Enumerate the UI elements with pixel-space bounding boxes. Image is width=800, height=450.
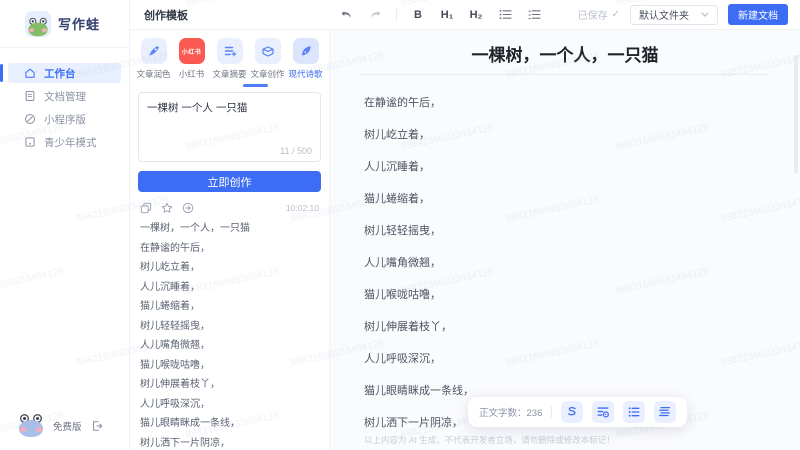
history-list-icon[interactable] [592,401,615,423]
poem-line: 人儿呼吸深沉， [140,398,210,410]
result-timestamp: 10:02:10 [285,203,319,213]
poem-line: 树儿屹立着， [364,129,430,141]
check-icon: ✓ [611,9,620,20]
tab-article-summary[interactable]: 文章摘要 [211,38,248,80]
heading1-button[interactable]: H₁ [439,7,455,23]
box-icon [254,38,281,64]
sidebar-footer: 免费版 [0,414,129,438]
template-panel: 文章润色 小红书 小红书 文章摘要 文章创作 现代诗歌 一棵树 一个人 一只猫 … [130,30,330,450]
ai-disclaimer: 以上内容为 AI 生成，不代表开发者立场，请勿删除或修改本标记！ [364,435,615,445]
create-now-button[interactable]: 立即创作 [138,171,321,192]
redo-icon[interactable] [367,7,383,23]
vertical-scrollbar[interactable] [794,55,798,173]
sidebar-item-workbench[interactable]: 工作台 [0,63,121,83]
bullet-list-icon[interactable] [497,7,513,23]
xiaohongshu-icon: 小红书 [178,38,205,64]
document-icon [25,91,35,101]
heading2-button[interactable]: H₂ [468,7,484,23]
top-toolbar: 创作模板 B H₁ H₂ 已保存 ✓ 默认文件夹 新建文档 [130,0,800,30]
word-count: 正文字数：236 [479,408,543,419]
home-icon [25,68,35,78]
sidebar-item-miniprogram[interactable]: 小程序版 [8,109,121,129]
poem-line: 猫儿眼睛眯成一条线， [140,418,240,429]
chevron-down-icon [701,12,709,17]
poem-line: 猫儿喉咙咕噜， [364,289,441,301]
prompt-input[interactable]: 一棵树 一个人 一只猫 [139,93,320,143]
char-counter: 11 / 500 [280,146,312,156]
rewrite-icon[interactable] [561,401,584,423]
document-body[interactable]: 在静谧的午后， 树儿屹立着， 人儿沉睡着， 猫儿蜷缩着， 树儿轻轻摇曳， 人儿嘴角微翘， 猫… [330,75,800,429]
poem-line: 人儿呼吸深沉， [364,353,441,365]
poem-line: 树儿洒下一片阴凉， [140,437,230,449]
sidebar-menu: 工作台 文档管理 小程序版 青少年模式 [0,48,129,152]
copy-icon[interactable] [140,202,152,214]
sidebar-item-label: 工作台 [44,67,76,80]
poem-line: 树儿伸展着枝丫， [140,379,220,390]
poem-line: 树儿屹立着， [140,262,200,273]
pen-icon [140,38,167,64]
format-toolbar: B H₁ H₂ [338,7,542,23]
app-window: 8882169693348412888821696933484128888216… [0,0,800,450]
template-tabs: 文章润色 小红书 小红书 文章摘要 文章创作 现代诗歌 [130,30,329,80]
summary-icon [216,38,243,64]
poem-line: 猫儿喉咙咕噜， [140,359,210,371]
sidebar-item-label: 文档管理 [44,90,86,103]
poem-line: 一棵树，一个人，一只猫 [140,223,250,234]
quill-icon [292,38,319,64]
tab-article-polish[interactable]: 文章润色 [135,38,172,80]
topbar-right: 已保存 ✓ 默认文件夹 新建文档 [578,4,800,25]
star-icon[interactable] [161,202,173,214]
sidebar-item-label: 小程序版 [44,113,86,126]
logout-icon[interactable] [91,420,103,432]
poem-line: 人儿嘴角微翘， [140,340,210,351]
editor-pane: 一棵树，一个人，一只猫 在静谧的午后， 树儿屹立着， 人儿沉睡着， 猫儿蜷缩着， 树儿轻… [330,30,800,450]
sidebar: 写作蛙 工作台 文档管理 小程序版 青少年模式 免费版 [0,0,130,450]
toolbar-divider [551,406,553,418]
app-logo: 写作蛙 [0,0,129,48]
generation-result: 10:02:10 一棵树，一个人，一只猫 在静谧的午后， 树儿屹立着， 人儿沉睡着， 猫… [130,192,329,449]
tab-modern-poetry[interactable]: 现代诗歌 [287,38,324,80]
poem-line: 人儿嘴角微翘， [364,257,441,269]
poem-line: 在静谧的午后， [140,242,210,254]
folder-dropdown[interactable]: 默认文件夹 [630,4,718,25]
poem-line: 人儿沉睡着， [140,281,200,293]
page-title: 创作模板 [144,9,188,22]
bold-button[interactable]: B [410,7,426,23]
frog-avatar [18,414,44,438]
sidebar-item-teen-mode[interactable]: 青少年模式 [8,132,121,152]
sidebar-item-documents[interactable]: 文档管理 [8,86,121,106]
result-actions: 10:02:10 [140,202,319,214]
new-document-button[interactable]: 新建文档 [728,4,788,25]
poem-line: 猫儿蜷缩着， [140,301,200,312]
tab-xiaohongshu[interactable]: 小红书 小红书 [173,38,210,80]
bullet-list-icon[interactable] [623,401,646,423]
format-layout-icon[interactable] [654,401,677,423]
insert-arrow-icon[interactable] [182,202,194,214]
app-title: 写作蛙 [58,17,101,32]
compass-icon [25,114,35,124]
teen-mode-icon [25,137,35,147]
poem-line: 树儿轻轻摇曳， [364,225,441,237]
poem-line: 猫儿蜷缩着， [364,193,430,205]
frog-logo-icon [25,10,51,37]
sidebar-item-label: 青少年模式 [44,136,97,149]
document-title[interactable]: 一棵树，一个人，一只猫 [330,46,800,66]
ordered-list-icon[interactable] [526,7,542,23]
save-status: 已保存 ✓ [577,9,620,22]
folder-value: 默认文件夹 [639,11,689,22]
poem-line: 人儿沉睡着， [364,161,430,173]
undo-icon[interactable] [338,7,354,23]
result-text: 一棵树，一个人，一只猫 在静谧的午后， 树儿屹立着， 人儿沉睡着， 猫儿蜷缩着， 树儿轻轻… [140,224,319,449]
toolbar-divider [396,8,397,21]
composer: 一棵树 一个人 一只猫 11 / 500 立即创作 [130,87,329,192]
poem-line: 猫儿眼睛眯成一条线， [364,385,474,397]
floating-toolbar: 正文字数：236 [468,397,688,427]
poem-line: 树儿伸展着枝丫， [364,321,452,333]
tab-article-creation[interactable]: 文章创作 [249,38,286,80]
prompt-box: 一棵树 一个人 一只猫 11 / 500 [138,92,321,162]
poem-line: 在静谧的午后， [364,97,441,109]
poem-line: 树儿轻轻摇曳， [140,320,210,332]
plan-badge: 免费版 [53,422,82,433]
